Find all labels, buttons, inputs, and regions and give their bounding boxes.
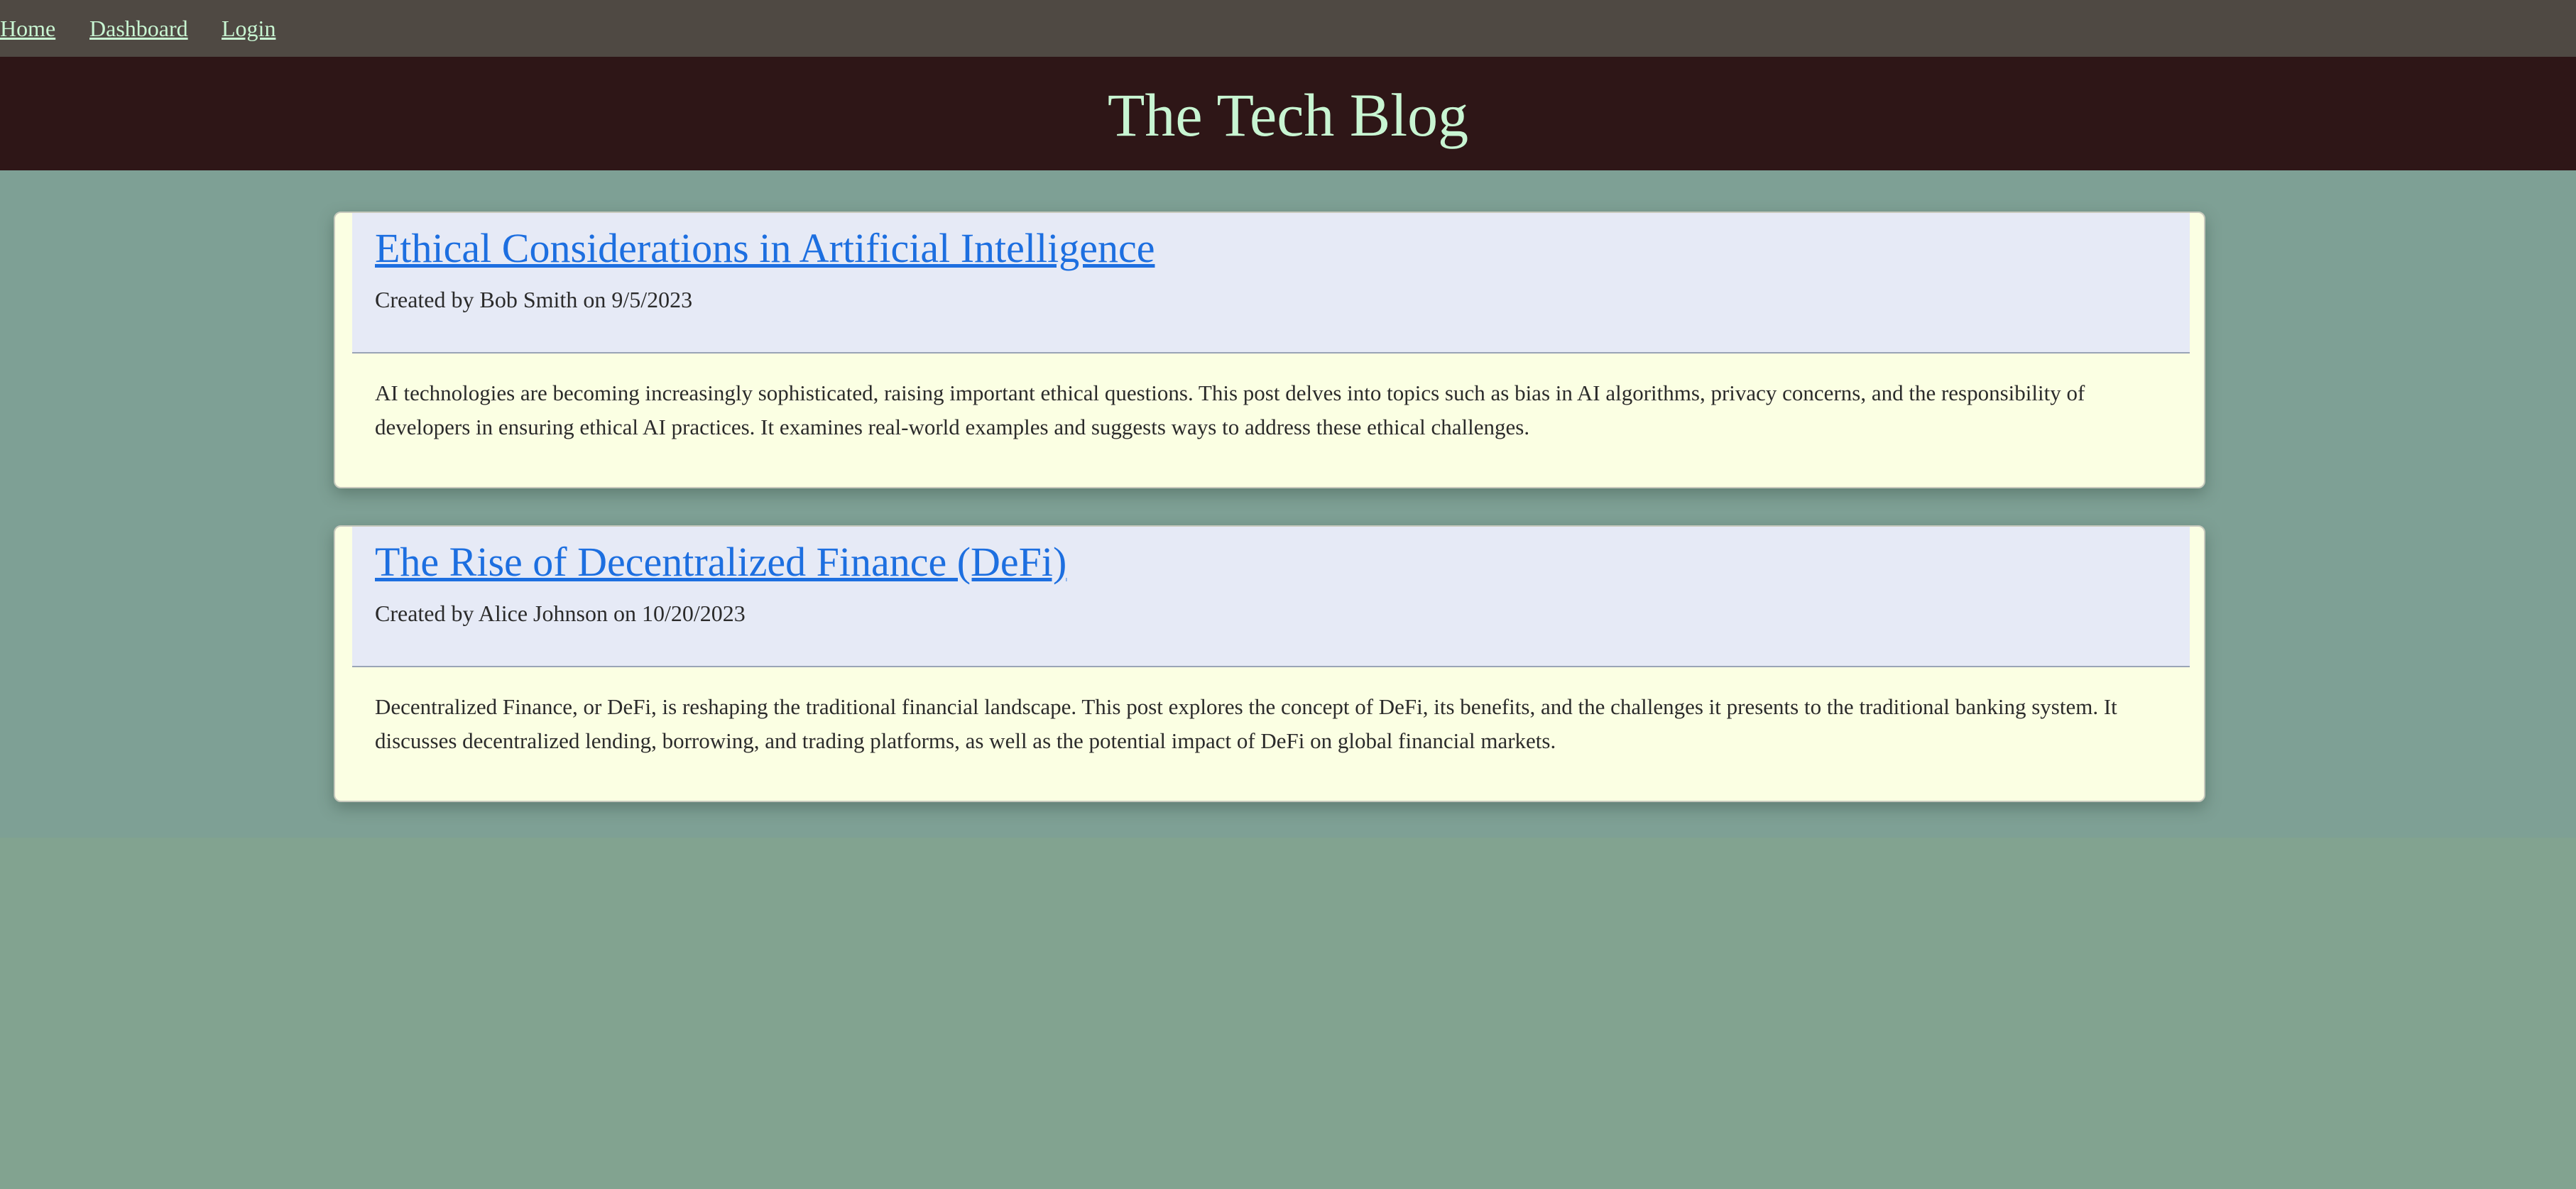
post-card: Ethical Considerations in Artificial Int… bbox=[334, 212, 2205, 488]
site-title: The Tech Blog bbox=[1107, 81, 1469, 149]
post-body: Decentralized Finance, or DeFi, is resha… bbox=[375, 694, 2117, 753]
post-title-link[interactable]: Ethical Considerations in Artificial Int… bbox=[375, 223, 1155, 274]
post-body: AI technologies are becoming increasingl… bbox=[375, 380, 2085, 439]
post-meta: Created by Bob Smith on 9/5/2023 bbox=[375, 287, 693, 312]
post-card: The Rise of Decentralized Finance (DeFi)… bbox=[334, 525, 2205, 802]
post-title-link[interactable]: The Rise of Decentralized Finance (DeFi) bbox=[375, 537, 1066, 588]
nav-link-dashboard[interactable]: Dashboard bbox=[89, 13, 188, 44]
nav-link-login[interactable]: Login bbox=[222, 13, 275, 44]
nav-link-home[interactable]: Home bbox=[0, 13, 55, 44]
site-header: The Tech Blog bbox=[0, 57, 2576, 170]
post-card-header: Ethical Considerations in Artificial Int… bbox=[352, 213, 2190, 354]
top-nav: Home Dashboard Login bbox=[0, 0, 2576, 57]
post-card-header: The Rise of Decentralized Finance (DeFi)… bbox=[352, 527, 2190, 667]
post-meta: Created by Alice Johnson on 10/20/2023 bbox=[375, 601, 746, 626]
